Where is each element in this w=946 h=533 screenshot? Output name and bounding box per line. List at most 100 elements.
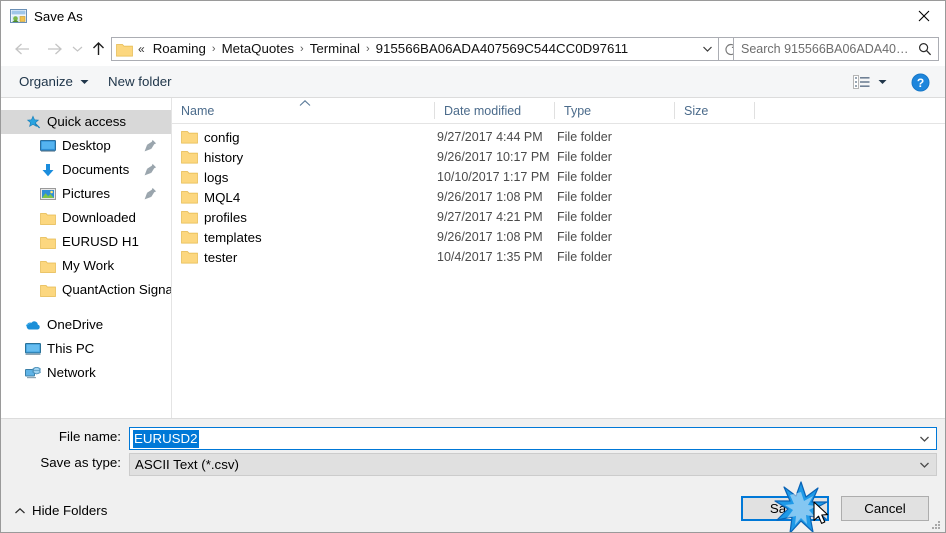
sidebar-label: Documents <box>62 162 130 177</box>
arrow-right-icon[interactable] <box>41 37 67 61</box>
cell-name: history <box>204 149 244 165</box>
caret-down-icon[interactable] <box>873 71 891 93</box>
arrow-left-icon[interactable] <box>9 37 35 61</box>
breadcrumb-overflow[interactable]: « <box>136 40 148 58</box>
title-bar: Save As <box>1 1 945 32</box>
cell-date-modified: 9/27/2017 4:44 PM <box>437 130 543 144</box>
resize-grip-icon[interactable] <box>930 518 942 530</box>
column-header-name[interactable]: Name <box>172 98 434 123</box>
file-name-input[interactable]: EURUSD2 <box>129 427 937 450</box>
cell-type: File folder <box>557 190 612 204</box>
breadcrumb-item-terminal[interactable]: Terminal <box>305 39 365 59</box>
column-divider[interactable] <box>754 102 755 119</box>
column-label: Size <box>684 103 709 118</box>
sidebar-label: OneDrive <box>47 317 104 332</box>
file-name-label: File name: <box>58 429 121 444</box>
cancel-button[interactable]: Cancel <box>841 496 929 521</box>
new-folder-button[interactable]: New folder <box>101 71 179 93</box>
column-header-size[interactable]: Size <box>675 98 754 123</box>
table-row[interactable]: history 9/26/2017 10:17 PM File folder <box>172 147 945 167</box>
sidebar-item-desktop[interactable]: Desktop <box>1 134 171 158</box>
organize-button[interactable]: Organize <box>12 71 96 93</box>
folder-icon <box>181 229 198 244</box>
cell-date-modified: 9/26/2017 1:08 PM <box>437 230 543 244</box>
sidebar-label: QuantAction Signal <box>62 282 171 297</box>
folder-icon <box>181 209 198 224</box>
this-pc-icon <box>25 341 41 357</box>
chevron-down-icon[interactable] <box>696 38 718 60</box>
chevron-down-icon[interactable] <box>67 37 87 61</box>
organize-label: Organize <box>19 74 73 89</box>
column-label: Date modified <box>444 103 522 118</box>
sidebar-item-this-pc[interactable]: This PC <box>1 337 171 361</box>
table-row[interactable]: tester 10/4/2017 1:35 PM File folder <box>172 247 945 267</box>
sidebar-item-network[interactable]: Network <box>1 361 171 385</box>
column-label: Name <box>181 103 215 118</box>
breadcrumb[interactable]: « Roaming › MetaQuotes › Terminal › 9155… <box>136 39 696 59</box>
pin-icon[interactable] <box>144 139 157 152</box>
folder-icon <box>181 189 198 204</box>
column-header-type[interactable]: Type <box>555 98 674 123</box>
pin-icon[interactable] <box>144 187 157 200</box>
save-button[interactable]: Save <box>741 496 829 521</box>
svg-text:?: ? <box>917 76 924 90</box>
view-layout-icon[interactable] <box>848 71 874 93</box>
sidebar-item-my-work[interactable]: My Work <box>1 254 171 278</box>
hide-folders-toggle[interactable]: Hide Folders <box>13 501 107 521</box>
folder-icon <box>116 42 133 57</box>
sidebar-label: Network <box>47 365 96 380</box>
new-folder-label: New folder <box>108 74 172 89</box>
sidebar-item-quick-access[interactable]: Quick access <box>1 110 171 134</box>
table-row[interactable]: templates 9/26/2017 1:08 PM File folder <box>172 227 945 247</box>
breadcrumb-item-instance[interactable]: 915566BA06ADA407569C544CC0D97611 <box>371 39 634 59</box>
file-list-pane: Name Date modified Type Size config 9/27… <box>171 98 945 418</box>
sidebar-item-documents[interactable]: Documents <box>1 158 171 182</box>
file-rows: config 9/27/2017 4:44 PM File folder his… <box>172 124 945 267</box>
cell-type: File folder <box>557 170 612 184</box>
close-icon[interactable] <box>900 1 945 31</box>
network-icon <box>25 365 41 381</box>
column-header-date-modified[interactable]: Date modified <box>435 98 554 123</box>
folder-icon <box>181 149 198 164</box>
save-button-label: Save <box>769 501 801 516</box>
cell-type: File folder <box>557 130 612 144</box>
pin-icon[interactable] <box>144 163 157 176</box>
search-placeholder: Search 915566BA06ADA40756... <box>741 42 912 56</box>
cell-date-modified: 9/27/2017 4:21 PM <box>437 210 543 224</box>
cell-type: File folder <box>557 150 612 164</box>
arrow-up-icon[interactable] <box>85 37 111 61</box>
sidebar-label: This PC <box>47 341 95 356</box>
sidebar-item-quantaction-signal[interactable]: QuantAction Signal <box>1 278 171 302</box>
onedrive-cloud-icon <box>25 317 41 333</box>
desktop-icon <box>40 138 56 154</box>
table-row[interactable]: config 9/27/2017 4:44 PM File folder <box>172 127 945 147</box>
sidebar-label: Quick access <box>47 114 127 129</box>
chevron-down-icon[interactable] <box>913 454 935 475</box>
cell-name: logs <box>204 169 229 185</box>
search-icon[interactable] <box>912 38 938 60</box>
search-input[interactable]: Search 915566BA06ADA40756... <box>733 37 939 61</box>
sidebar-item-onedrive[interactable]: OneDrive <box>1 313 171 337</box>
sidebar-divider <box>1 302 171 313</box>
sidebar-item-eurusd-h1[interactable]: EURUSD H1 <box>1 230 171 254</box>
sidebar-item-pictures[interactable]: Pictures <box>1 182 171 206</box>
save-as-type-label: Save as type: <box>40 455 121 470</box>
cell-date-modified: 10/10/2017 1:17 PM <box>437 170 550 184</box>
save-as-type-select[interactable]: ASCII Text (*.csv) <box>129 453 937 476</box>
chevron-down-icon[interactable] <box>913 428 935 449</box>
command-bar: Organize New folder ? <box>1 66 945 98</box>
star-pin-icon <box>25 114 41 130</box>
table-row[interactable]: logs 10/10/2017 1:17 PM File folder <box>172 167 945 187</box>
breadcrumb-item-roaming[interactable]: Roaming <box>148 39 211 59</box>
cell-type: File folder <box>557 250 612 264</box>
breadcrumb-item-metaquotes[interactable]: MetaQuotes <box>217 39 299 59</box>
cell-type: File folder <box>557 210 612 224</box>
sidebar-label: My Work <box>62 258 115 273</box>
sidebar-item-downloaded[interactable]: Downloaded <box>1 206 171 230</box>
address-bar[interactable]: « Roaming › MetaQuotes › Terminal › 9155… <box>111 37 719 61</box>
help-icon[interactable]: ? <box>911 73 930 92</box>
table-row[interactable]: MQL4 9/26/2017 1:08 PM File folder <box>172 187 945 207</box>
cancel-button-label: Cancel <box>864 501 906 516</box>
column-header-row: Name Date modified Type Size <box>172 98 945 124</box>
table-row[interactable]: profiles 9/27/2017 4:21 PM File folder <box>172 207 945 227</box>
